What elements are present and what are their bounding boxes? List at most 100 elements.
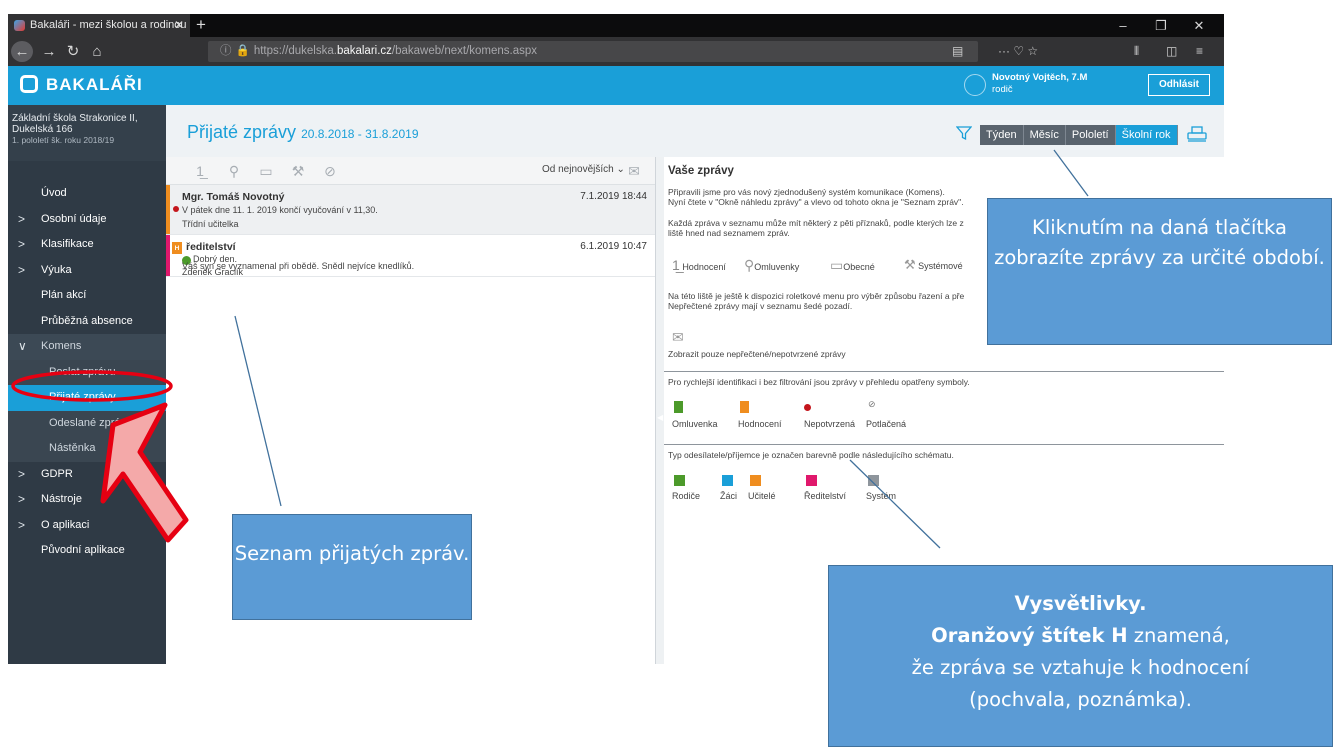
excuse-icon: ⚲	[744, 257, 755, 273]
new-tab-button[interactable]: +	[196, 14, 206, 35]
sidebar-item[interactable]: Původní aplikace	[8, 538, 166, 564]
info-icon: ⓘ	[220, 45, 232, 57]
sidebar-item[interactable]: > GDPR	[8, 462, 166, 488]
sort-label: Od nejnovějších	[542, 164, 614, 175]
brand-name: BAKALÁŘI	[46, 75, 143, 94]
sidebar-item[interactable]: Poslat zprávu	[8, 359, 166, 385]
reader-view-icon[interactable]: ▤	[952, 41, 963, 62]
minimize-icon[interactable]: –	[1106, 14, 1140, 37]
sidebar-item[interactable]: > Klasifikace	[8, 232, 166, 258]
sender-label: Žáci	[720, 491, 738, 501]
chevron-icon: >	[18, 237, 26, 251]
back-button[interactable]: ←	[11, 41, 33, 62]
speech-bubble-icon: ▭	[830, 257, 844, 273]
excuse-filter-icon[interactable]: ⚲	[224, 162, 244, 180]
date-range: 20.8.2018 - 31.8.2019	[301, 127, 419, 141]
sender-label: Ředitelství	[804, 491, 847, 501]
sidebar-item-label: Nástroje	[41, 493, 82, 505]
chevron-icon: >	[18, 262, 26, 277]
message-row[interactable]: Mgr. Tomáš Novotný 7.1.2019 18:44 V páte…	[166, 185, 655, 235]
url-bar[interactable]: ⓘ 🔒 https://dukelska.bakalari.cz/bakaweb/n…	[208, 41, 978, 62]
print-icon[interactable]	[1187, 126, 1207, 142]
sidebar-item-label: O aplikaci	[41, 518, 90, 531]
sidebar-item[interactable]: > Nástroje	[8, 487, 166, 513]
period-button[interactable]: Školní rok	[1115, 125, 1178, 145]
library-icon[interactable]: ⫴	[1134, 41, 1139, 62]
restore-icon[interactable]: ❐	[1144, 14, 1178, 37]
forward-button[interactable]: →	[38, 41, 60, 62]
legend-title: Vysvětlivky.	[1014, 592, 1147, 615]
sender-color-swatch	[674, 475, 685, 486]
page-header: Přijaté zprávy 20.8.2018 - 31.8.2019 Týd…	[166, 105, 1224, 157]
sort-dropdown[interactable]: Od nejnovějších ⌄	[542, 164, 625, 175]
tab-bar: Bakaláři - mezi školou a rodinou ✕ + – ❐…	[8, 14, 1224, 37]
sidebar-item[interactable]: > Osobní údaje	[8, 207, 166, 233]
sidebar-item[interactable]: Nástěnka	[8, 436, 166, 462]
grade-filter-icon[interactable]: 1̲	[190, 162, 210, 180]
general-filter-icon[interactable]: ▭	[256, 162, 276, 180]
unconfirmed-dot-icon	[173, 206, 179, 212]
school-term: 1. pololetí šk. roku 2018/19	[12, 135, 115, 145]
mail-icon: ✉	[672, 329, 684, 345]
symbol-label: Omluvenka	[672, 419, 718, 429]
chevron-icon: >	[18, 211, 26, 226]
period-button[interactable]: Měsíc	[1023, 125, 1066, 145]
message-signature: Třídní učitelka	[182, 219, 239, 229]
url-path: /bakaweb/next/komens.aspx	[391, 45, 538, 57]
sidebar-item-label: Klasifikace	[41, 238, 94, 250]
browser-tab[interactable]: Bakaláři - mezi školou a rodinou ✕	[8, 14, 190, 37]
menu-icon[interactable]: ≡	[1196, 41, 1203, 62]
sidebar-item[interactable]: > Výuka	[8, 258, 166, 284]
sidebar: Základní škola Strakonice II, Dukelská 1…	[8, 105, 166, 664]
logo-icon	[20, 75, 38, 93]
period-button[interactable]: Pololetí	[1065, 125, 1116, 145]
sidebar-item[interactable]: Odeslané zprávy	[8, 410, 166, 436]
sidebar-item[interactable]: Úvod	[8, 181, 166, 207]
chevron-icon: >	[18, 517, 26, 532]
period-button[interactable]: Týden	[980, 125, 1024, 145]
flag-excuse: ⚲Omluvenky	[744, 257, 800, 273]
sidebar-item[interactable]: > O aplikaci	[8, 513, 166, 539]
nav-bar: ← → ↻ ⌂ ⓘ 🔒 https://dukelska.bakalari.cz/b…	[8, 37, 1224, 66]
sidebar-item[interactable]: Přijaté zprávy	[8, 385, 166, 411]
system-filter-icon[interactable]: ⚒	[288, 162, 308, 180]
chevron-icon: ∨	[18, 339, 27, 353]
message-signature: Zdeněk Graclík	[182, 267, 244, 277]
tab-title: Bakaláři - mezi školou a rodinou	[30, 19, 187, 31]
legend-text: znamená,	[1127, 624, 1230, 647]
sidebar-item-label: Přijaté zprávy	[49, 391, 116, 403]
sidebar-item[interactable]: ∨ Komens	[8, 334, 166, 360]
message-row[interactable]: H ředitelství 6.1.2019 10:47 Dobrý den. …	[166, 235, 655, 277]
symbol-label: Hodnocení	[738, 419, 782, 429]
sidebar-item[interactable]: Plán akcí	[8, 283, 166, 309]
suppressed-icon: ⊘	[868, 399, 876, 409]
close-window-icon[interactable]: ✕	[1182, 14, 1216, 37]
logout-button[interactable]: Odhlásit	[1148, 74, 1210, 96]
splitter-handle[interactable]: ◀	[656, 157, 664, 664]
sidebar-item-label: Odeslané zprávy	[49, 416, 132, 429]
message-date: 7.1.2019 18:44	[580, 191, 647, 202]
excuse-tag-icon	[674, 401, 683, 413]
chevron-icon: >	[18, 466, 26, 481]
unread-filter-icon[interactable]: ✉	[624, 162, 644, 180]
legend-bold: Oranžový štítek H	[931, 624, 1128, 647]
sender-color-swatch	[722, 475, 733, 486]
sidebar-toggle-icon[interactable]: ◫	[1166, 41, 1177, 62]
user-info: Novotný Vojtěch, 7.M rodič	[992, 72, 1087, 96]
sender-color-bar	[166, 185, 170, 234]
sidebar-item[interactable]: Průběžná absence	[8, 309, 166, 335]
page-actions-icon[interactable]: ··· ♡ ☆	[998, 41, 1038, 62]
flag-system: ⚒ Systémové	[904, 257, 963, 272]
home-button[interactable]: ⌂	[86, 41, 108, 62]
filter-icon[interactable]	[956, 125, 972, 141]
sidebar-item-label: Komens	[41, 340, 82, 352]
close-tab-icon[interactable]: ✕	[174, 14, 184, 37]
brand-logo[interactable]: BAKALÁŘI	[20, 74, 143, 96]
preview-text: Nyní čtete v "Okně náhledu zprávy" a vle…	[668, 197, 964, 207]
message-sender: ředitelství	[186, 241, 236, 253]
suppressed-filter-icon[interactable]: ⊘	[320, 162, 340, 180]
preview-text: Zobrazit pouze nepřečtené/nepotvrzené zp…	[668, 349, 846, 359]
reload-button[interactable]: ↻	[62, 41, 84, 62]
collapse-icon: ◀	[657, 413, 664, 422]
wrench-icon: ⚒	[904, 257, 916, 272]
